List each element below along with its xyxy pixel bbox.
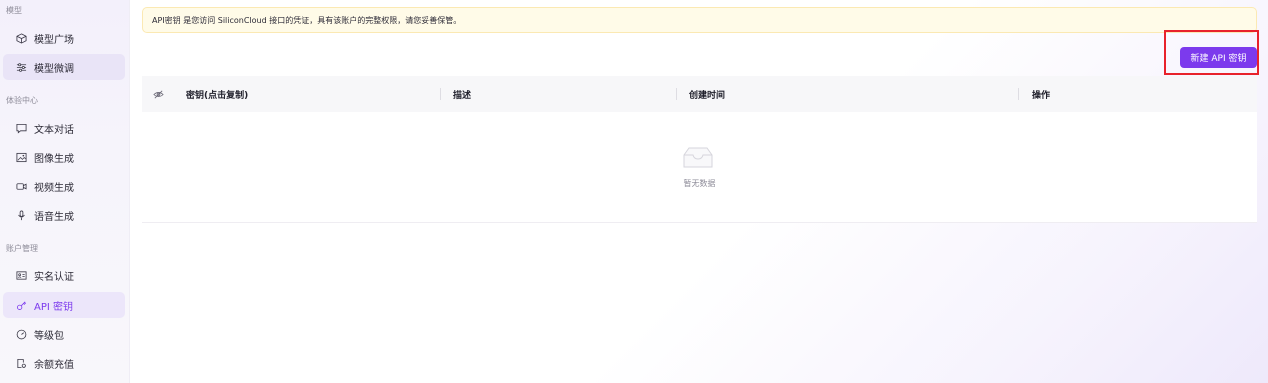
sidebar-item-label: 文本对话 [34, 124, 74, 136]
sidebar-section-models: 模型 [6, 6, 22, 15]
sidebar-item-api-keys[interactable]: API 密钥 [3, 292, 125, 318]
sidebar-item-level-package[interactable]: 等级包 [3, 321, 125, 347]
sidebar-item-label: 模型广场 [34, 34, 74, 46]
sliders-icon [14, 62, 28, 73]
sidebar-item-label: 语音生成 [34, 211, 74, 223]
wallet-icon [14, 358, 28, 369]
sidebar-item-label: 图像生成 [34, 153, 74, 165]
main-content: API密钥 是您访问 SiliconCloud 接口的凭证，具有该账户的完整权限… [130, 0, 1268, 383]
eye-off-icon[interactable] [153, 76, 164, 112]
sidebar: 模型 模型广场 模型微调 体验中心 文本对话 图像生成 视频生成 语音生成 账户… [0, 0, 130, 383]
video-icon [14, 181, 28, 192]
sidebar-section-account: 账户管理 [6, 244, 38, 253]
column-header-key: 密钥(点击复制) [186, 90, 249, 101]
sidebar-item-label: API 密钥 [34, 301, 73, 313]
sidebar-item-label: 模型微调 [34, 63, 74, 75]
column-header-created-time: 创建时间 [689, 90, 726, 101]
microphone-icon [14, 210, 28, 221]
sidebar-section-experience: 体验中心 [6, 96, 38, 105]
sidebar-item-real-name[interactable]: 实名认证 [3, 262, 125, 288]
api-key-notice: API密钥 是您访问 SiliconCloud 接口的凭证，具有该账户的完整权限… [142, 7, 1257, 33]
sidebar-item-model-finetune[interactable]: 模型微调 [3, 54, 125, 80]
gauge-icon [14, 329, 28, 340]
image-icon [14, 152, 28, 163]
empty-state-text: 暂无数据 [683, 179, 716, 188]
sidebar-item-voice-gen[interactable]: 语音生成 [3, 202, 125, 228]
column-divider [1018, 88, 1019, 100]
table-body: 暂无数据 [142, 112, 1257, 223]
id-card-icon [14, 270, 28, 281]
table-header: 密钥(点击复制) 描述 创建时间 操作 [142, 76, 1257, 112]
sidebar-item-recharge[interactable]: 余额充值 [3, 350, 125, 376]
empty-inbox-icon [683, 147, 713, 168]
sidebar-item-label: 实名认证 [34, 271, 74, 283]
notice-text: API密钥 是您访问 SiliconCloud 接口的凭证，具有该账户的完整权限… [152, 15, 462, 25]
sidebar-item-model-square[interactable]: 模型广场 [3, 25, 125, 51]
sidebar-item-label: 等级包 [34, 330, 64, 342]
column-divider [676, 88, 677, 100]
cube-icon [14, 32, 28, 44]
column-header-actions: 操作 [1032, 90, 1051, 101]
sidebar-item-label: 余额充值 [34, 359, 74, 371]
chat-icon [14, 123, 28, 134]
key-icon [14, 300, 28, 311]
sidebar-item-image-gen[interactable]: 图像生成 [3, 144, 125, 170]
sidebar-item-text-chat[interactable]: 文本对话 [3, 115, 125, 141]
column-divider [440, 88, 441, 100]
column-header-description: 描述 [453, 90, 472, 101]
sidebar-item-video-gen[interactable]: 视频生成 [3, 173, 125, 199]
sidebar-item-label: 视频生成 [34, 182, 74, 194]
new-api-key-button[interactable]: 新建 API 密钥 [1180, 47, 1257, 68]
